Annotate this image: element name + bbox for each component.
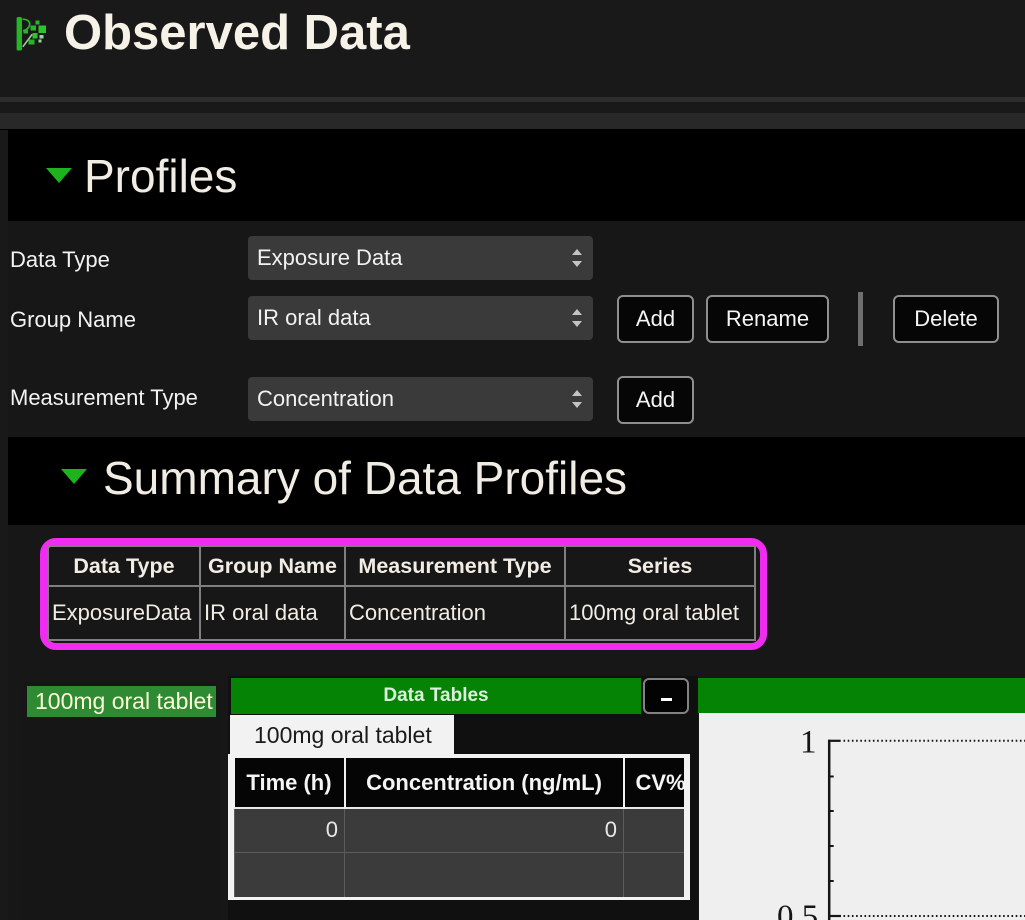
svg-text:0.5: 0.5: [777, 899, 818, 920]
svg-text:1: 1: [800, 724, 817, 760]
